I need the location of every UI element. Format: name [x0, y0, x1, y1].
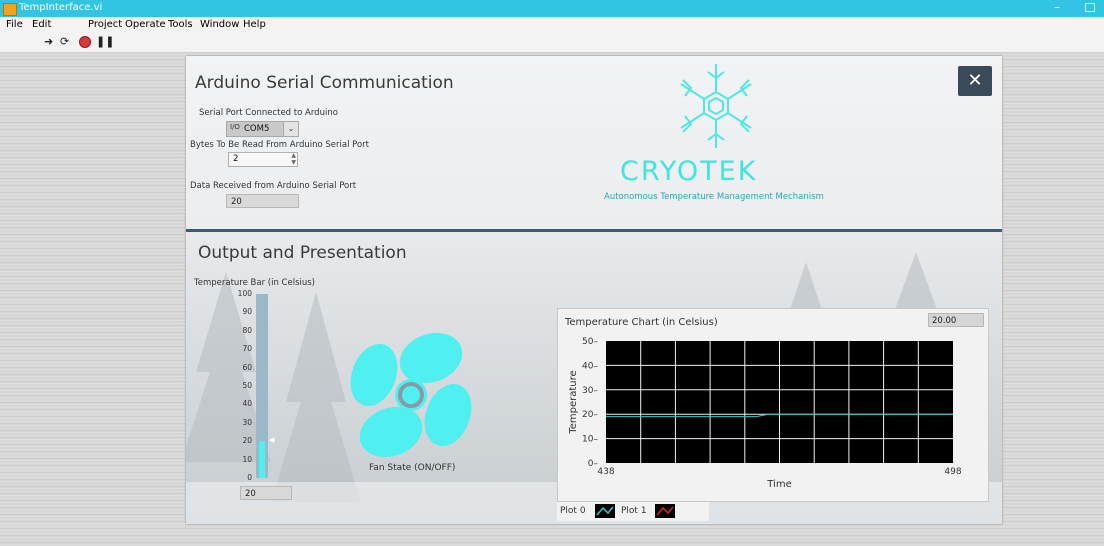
window-title: TempInterface.vi	[19, 2, 103, 13]
legend-plot1-label: Plot 1	[621, 506, 647, 516]
menu-project[interactable]: Project	[88, 19, 122, 30]
menu-help[interactable]: Help	[243, 19, 266, 30]
chart-legend: Plot 0 Plot 1	[557, 502, 709, 521]
thermometer-marker-icon: ◀	[269, 436, 275, 445]
chevron-down-icon[interactable]: ⌄	[283, 122, 298, 136]
temperature-chart-panel: Temperature Chart (in Celsius) 20.00 0– 1…	[557, 308, 989, 502]
y-axis-label: Temperature	[568, 370, 579, 434]
window-titlebar: TempInterface.vi –	[0, 0, 1104, 17]
bytes-value: 2	[233, 154, 239, 164]
thermometer-tick-label: 90	[242, 307, 252, 317]
x-tick-label: 438	[597, 467, 614, 477]
menu-bar: File Edit Project Operate Tools Window H…	[0, 17, 1104, 32]
thermometer-tick-label: 80	[242, 325, 252, 335]
decrement-icon[interactable]: ▼	[291, 160, 296, 166]
y-tick-label: 40–	[582, 361, 598, 371]
chart-title: Temperature Chart (in Celsius)	[565, 317, 718, 328]
y-tick-label: 10–	[582, 435, 598, 445]
serial-heading: Arduino Serial Communication	[195, 73, 454, 93]
port-io-icon: I/O	[230, 123, 240, 131]
legend-plot1-swatch[interactable]	[655, 504, 675, 518]
snowflake-logo-icon	[680, 64, 752, 148]
brand-tagline: Autonomous Temperature Management Mechan…	[604, 192, 824, 202]
thermometer-tick-label: 0	[247, 473, 252, 482]
run-continuously-icon[interactable]: ⟳	[60, 36, 69, 47]
minimize-button[interactable]: –	[1054, 0, 1060, 14]
bytes-numeric-field[interactable]: 2 ▲ ▼	[228, 152, 298, 167]
temperature-bar-value: 20	[240, 486, 292, 500]
port-label: Serial Port Connected to Arduino	[199, 108, 338, 118]
close-button[interactable]: ✕	[958, 66, 992, 96]
thermometer-tick-label: 100	[237, 289, 252, 298]
menu-window[interactable]: Window	[200, 19, 239, 30]
temperature-bar-label: Temperature Bar (in Celsius)	[194, 278, 315, 288]
x-axis-label: Time	[766, 479, 791, 490]
thermometer-tick-label: 50	[242, 381, 252, 390]
thermometer-tick-label: 60	[242, 362, 252, 372]
y-tick-label: 30–	[582, 386, 598, 396]
thermometer-tick-label: 30	[242, 417, 252, 427]
port-select[interactable]: I/O COM5 ⌄	[226, 121, 299, 137]
port-value: COM5	[244, 124, 270, 134]
brand-name: CRYOTEK	[620, 156, 758, 187]
thermometer-tick-label: 20	[242, 436, 252, 446]
pause-icon[interactable]: ❚❚	[96, 36, 114, 47]
maximize-button[interactable]	[1085, 3, 1095, 12]
thermometer-tick-label: 40	[242, 399, 252, 409]
toolbar: ➜ ⟳ ❚❚	[0, 32, 1104, 53]
menu-tools[interactable]: Tools	[168, 19, 193, 30]
serial-section: Arduino Serial Communication Serial Port…	[186, 56, 1002, 229]
abort-stop-icon[interactable]	[79, 36, 91, 48]
menu-edit[interactable]: Edit	[32, 19, 51, 30]
x-tick-label: 498	[944, 467, 961, 477]
labview-app-icon	[3, 3, 17, 16]
y-tick-label: 20–	[582, 410, 598, 420]
front-panel: Arduino Serial Communication Serial Port…	[186, 56, 1002, 524]
legend-plot0-label: Plot 0	[560, 506, 586, 516]
y-tick-label: 50–	[582, 337, 598, 347]
thermometer-tick-label: 70	[242, 344, 252, 354]
thermometer-tick-label: 10	[242, 454, 252, 464]
thermometer-fill	[259, 441, 265, 478]
received-label: Data Received from Arduino Serial Port	[190, 181, 357, 191]
legend-plot0-swatch[interactable]	[595, 504, 615, 518]
output-heading: Output and Presentation	[198, 243, 407, 263]
chart-current-value: 20.00	[928, 313, 984, 327]
fan-icon[interactable]	[336, 320, 486, 470]
bytes-label: Bytes To Be Read From Arduino Serial Por…	[190, 140, 369, 150]
temperature-chart: 0–10–20–30–40–50–438 498TimeTemperature	[568, 337, 962, 490]
received-indicator: 20	[226, 194, 299, 208]
menu-file[interactable]: File	[6, 19, 23, 30]
menu-operate[interactable]: Operate	[125, 19, 166, 30]
run-arrow-icon[interactable]: ➜	[44, 36, 53, 47]
fan-state-label: Fan State (ON/OFF)	[369, 463, 456, 473]
